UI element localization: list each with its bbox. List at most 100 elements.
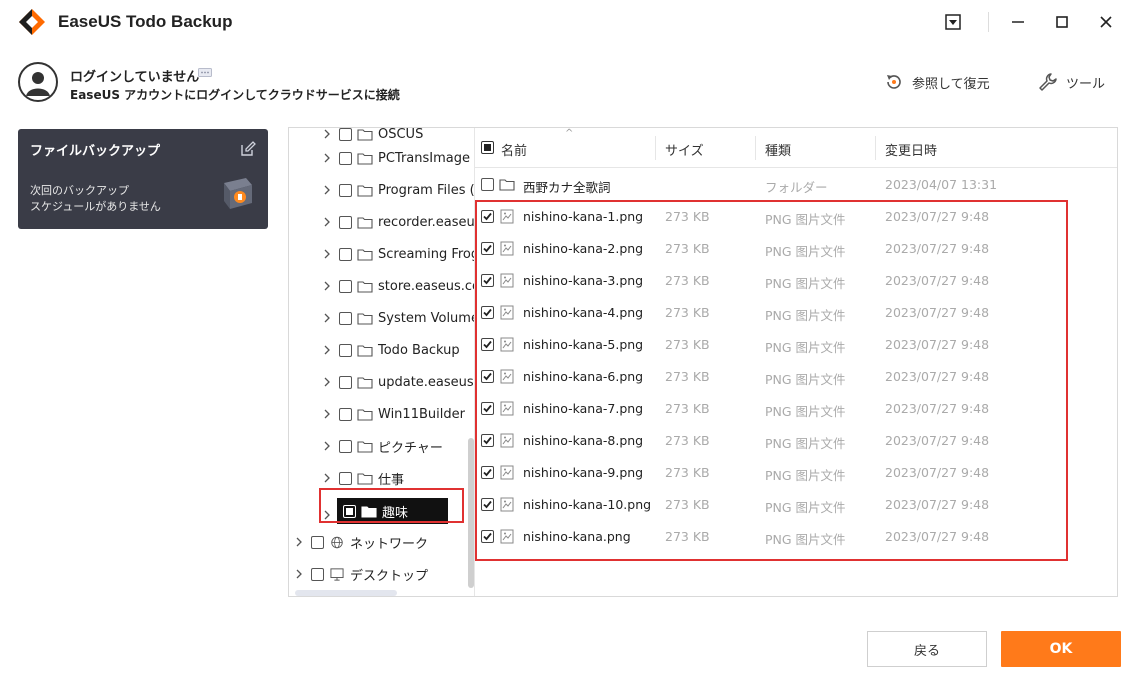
file-type: PNG 图片文件 bbox=[765, 308, 846, 323]
column-divider[interactable] bbox=[755, 136, 756, 160]
tree-item[interactable]: デスクトップ bbox=[295, 562, 428, 586]
file-row[interactable]: nishino-kana-5.png 273 KB PNG 图片文件 2023/07/… bbox=[475, 329, 1117, 361]
chevron-right-icon[interactable] bbox=[295, 537, 303, 547]
file-checkbox[interactable] bbox=[481, 434, 499, 447]
tree-item[interactable]: 仕事 bbox=[323, 466, 404, 490]
card-description: 次回のバックアップ スケジュールがありません bbox=[30, 183, 161, 215]
tree-checkbox[interactable] bbox=[339, 471, 352, 485]
column-divider[interactable] bbox=[875, 136, 876, 160]
file-row[interactable]: nishino-kana-9.png 273 KB PNG 图片文件 2023/07/… bbox=[475, 457, 1117, 489]
file-row[interactable]: nishino-kana-7.png 273 KB PNG 图片文件 2023/07/… bbox=[475, 393, 1117, 425]
edit-icon[interactable] bbox=[240, 141, 256, 157]
file-checkbox[interactable] bbox=[481, 210, 499, 223]
menu-dropdown-button[interactable] bbox=[941, 10, 965, 34]
tree-item[interactable]: System Volume Information bbox=[323, 306, 474, 330]
login-status[interactable]: ログインしていません bbox=[70, 66, 199, 85]
tools-button[interactable]: ツール bbox=[1038, 72, 1105, 92]
file-row[interactable]: 西野カナ全歌詞 フォルダー 2023/04/07 13:31 bbox=[475, 169, 1117, 201]
chevron-right-icon[interactable] bbox=[323, 510, 331, 520]
column-divider[interactable] bbox=[655, 136, 656, 160]
file-checkbox[interactable] bbox=[481, 370, 499, 383]
minimize-button[interactable] bbox=[1006, 10, 1030, 34]
tree-item[interactable]: OSCUS bbox=[323, 128, 423, 146]
tree-item[interactable]: Win11Builder bbox=[323, 402, 465, 426]
tree-checkbox[interactable] bbox=[339, 247, 352, 261]
tree-checkbox[interactable] bbox=[311, 535, 324, 549]
column-type[interactable]: 種類 bbox=[765, 140, 791, 159]
chevron-right-icon[interactable] bbox=[323, 313, 331, 323]
tree-checkbox[interactable] bbox=[339, 215, 352, 229]
chevron-right-icon[interactable] bbox=[323, 129, 331, 139]
tree-item[interactable]: ピクチャー bbox=[323, 434, 443, 458]
column-modified[interactable]: 変更日時 bbox=[885, 140, 937, 159]
tree-checkbox[interactable] bbox=[339, 439, 352, 453]
tree-item[interactable]: update.easeus.com bbox=[323, 370, 474, 394]
tree-item[interactable]: 趣味 bbox=[337, 498, 449, 524]
tree-item[interactable]: PCTransImage bbox=[323, 146, 470, 170]
chevron-right-icon[interactable] bbox=[323, 185, 331, 195]
tree-checkbox[interactable] bbox=[339, 279, 352, 293]
tree-item[interactable]: Todo Backup bbox=[323, 338, 460, 362]
maximize-button[interactable] bbox=[1050, 10, 1074, 34]
file-checkbox[interactable] bbox=[481, 242, 499, 255]
chevron-right-icon[interactable] bbox=[323, 473, 331, 483]
tree-checkbox[interactable] bbox=[339, 311, 352, 325]
tree-scrollbar[interactable] bbox=[468, 438, 474, 588]
file-row[interactable]: nishino-kana-10.png 273 KB PNG 图片文件 2023/07… bbox=[475, 489, 1117, 521]
restore-icon bbox=[887, 75, 901, 89]
file-row[interactable]: nishino-kana-4.png 273 KB PNG 图片文件 2023/07/… bbox=[475, 297, 1117, 329]
avatar[interactable] bbox=[18, 62, 58, 102]
tree-checkbox[interactable] bbox=[339, 183, 352, 197]
file-backup-card[interactable]: ファイルバックアップ 次回のバックアップ スケジュールがありません bbox=[18, 129, 268, 229]
close-button[interactable] bbox=[1094, 10, 1118, 34]
folder-icon bbox=[357, 472, 373, 485]
file-row[interactable]: nishino-kana-6.png 273 KB PNG 图片文件 2023/07/… bbox=[475, 361, 1117, 393]
column-size[interactable]: サイズ bbox=[665, 140, 704, 159]
file-row[interactable]: nishino-kana-3.png 273 KB PNG 图片文件 2023/07/… bbox=[475, 265, 1117, 297]
tree-item[interactable]: Program Files (x86) bbox=[323, 178, 474, 202]
chevron-right-icon[interactable] bbox=[295, 569, 303, 579]
chevron-right-icon[interactable] bbox=[323, 377, 331, 387]
select-all-checkbox[interactable] bbox=[481, 141, 499, 154]
tree-checkbox[interactable] bbox=[343, 504, 356, 518]
chevron-right-icon[interactable] bbox=[323, 153, 331, 163]
tree-checkbox[interactable] bbox=[339, 151, 352, 165]
tree-checkbox[interactable] bbox=[339, 343, 352, 357]
tree-item[interactable]: ネットワーク bbox=[295, 530, 428, 554]
tree-item[interactable]: store.easeus.com bbox=[323, 274, 474, 298]
file-checkbox[interactable] bbox=[481, 178, 499, 191]
chevron-right-icon[interactable] bbox=[323, 217, 331, 227]
tree-checkbox[interactable] bbox=[339, 128, 352, 141]
tree-expander[interactable] bbox=[323, 505, 339, 524]
tree-item[interactable]: Screaming Frog SEO bbox=[323, 242, 474, 266]
tree-checkbox[interactable] bbox=[339, 375, 352, 389]
tree-horizontal-scrollbar[interactable] bbox=[295, 590, 397, 596]
ok-button[interactable]: OK bbox=[1001, 631, 1121, 667]
chevron-right-icon[interactable] bbox=[323, 281, 331, 291]
chevron-right-icon[interactable] bbox=[323, 249, 331, 259]
tree-item[interactable]: recorder.easeus.com bbox=[323, 210, 474, 234]
back-button[interactable]: 戻る bbox=[867, 631, 987, 667]
image-file-icon bbox=[500, 209, 514, 224]
file-row[interactable]: nishino-kana-8.png 273 KB PNG 图片文件 2023/07/… bbox=[475, 425, 1117, 457]
column-name[interactable]: 名前 bbox=[501, 140, 527, 159]
file-checkbox[interactable] bbox=[481, 530, 499, 543]
file-row[interactable]: nishino-kana-2.png 273 KB PNG 图片文件 2023/07/… bbox=[475, 233, 1117, 265]
file-checkbox[interactable] bbox=[481, 306, 499, 319]
file-checkbox[interactable] bbox=[481, 338, 499, 351]
file-row[interactable]: nishino-kana-1.png 273 KB PNG 图片文件 2023/07/… bbox=[475, 201, 1117, 233]
chevron-right-icon[interactable] bbox=[323, 409, 331, 419]
file-checkbox[interactable] bbox=[481, 402, 499, 415]
tree-checkbox[interactable] bbox=[339, 407, 352, 421]
login-prompt[interactable]: EaseUS アカウントにログインしてクラウドサービスに接続 bbox=[70, 86, 400, 103]
folder-tree[interactable]: OSCUS PCTransImage Program Files (x86) reco… bbox=[289, 128, 475, 596]
chevron-right-icon[interactable] bbox=[323, 441, 331, 451]
tree-checkbox[interactable] bbox=[311, 567, 324, 581]
browse-restore-button[interactable]: 参照して復元 bbox=[884, 72, 990, 92]
chevron-right-icon[interactable] bbox=[323, 345, 331, 355]
tools-label: ツール bbox=[1066, 76, 1106, 92]
file-checkbox[interactable] bbox=[481, 466, 499, 479]
file-checkbox[interactable] bbox=[481, 498, 499, 511]
file-checkbox[interactable] bbox=[481, 274, 499, 287]
file-row[interactable]: nishino-kana.png 273 KB PNG 图片文件 2023/07/27… bbox=[475, 521, 1117, 553]
